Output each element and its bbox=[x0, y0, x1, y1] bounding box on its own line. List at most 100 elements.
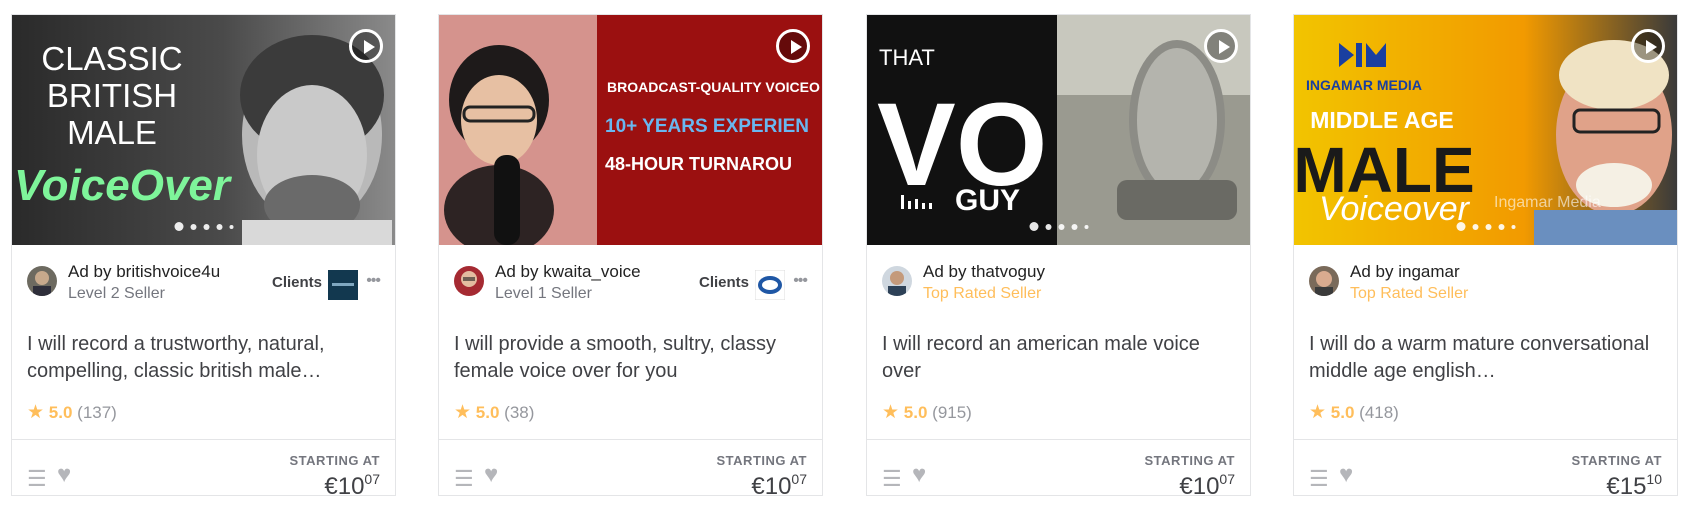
carousel-dot[interactable] bbox=[1029, 222, 1038, 231]
thumb-brand: INGAMAR MEDIA bbox=[1306, 77, 1422, 93]
review-count: (915) bbox=[932, 403, 972, 422]
seller-name[interactable]: ingamar bbox=[1398, 262, 1459, 281]
menu-icon[interactable]: ☰ bbox=[27, 466, 47, 492]
seller-name[interactable]: kwaita_voice bbox=[543, 262, 640, 281]
thumbnail-image-thatvoguy: THAT VO GUY bbox=[867, 15, 1250, 245]
star-icon: ★ bbox=[882, 402, 900, 423]
ad-prefix: Ad by bbox=[68, 262, 112, 281]
seller-avatar[interactable] bbox=[1309, 266, 1339, 296]
seller-level: Level 2 Seller bbox=[68, 285, 165, 302]
rating-value: 5.0 bbox=[475, 403, 500, 422]
gig-title[interactable]: I will do a warm mature conversational m… bbox=[1309, 331, 1657, 385]
review-count: (418) bbox=[1359, 403, 1399, 422]
thumb-line1: MIDDLE AGE bbox=[1310, 107, 1454, 133]
ad-prefix: Ad by bbox=[1350, 262, 1394, 281]
seller-name[interactable]: britishvoice4u bbox=[116, 262, 220, 281]
carousel-dot[interactable] bbox=[216, 223, 222, 230]
starting-at-label: STARTING AT bbox=[289, 453, 380, 468]
heart-icon[interactable]: ♥ bbox=[484, 461, 498, 489]
seller-name[interactable]: thatvoguy bbox=[971, 262, 1045, 281]
carousel-dot[interactable] bbox=[229, 224, 233, 229]
carousel-dot[interactable] bbox=[174, 222, 183, 231]
carousel-dot[interactable] bbox=[190, 223, 196, 230]
seller-info: Ad by kwaita_voice Level 1 Seller Client… bbox=[454, 260, 808, 304]
menu-icon[interactable]: ☰ bbox=[1309, 466, 1329, 492]
review-count: (137) bbox=[77, 403, 117, 422]
client-logo[interactable] bbox=[754, 269, 786, 301]
price-main: €10 bbox=[1179, 473, 1220, 500]
seller-level: Level 1 Seller bbox=[495, 285, 592, 302]
seller-avatar[interactable] bbox=[882, 266, 912, 296]
carousel-dot[interactable] bbox=[1498, 223, 1504, 230]
gig-card[interactable]: BROADCAST-QUALITY VOICEO 10+ YEARS EXPER… bbox=[438, 14, 823, 500]
play-video-button[interactable] bbox=[349, 29, 383, 63]
seller-avatar[interactable] bbox=[27, 266, 57, 296]
carousel-dot[interactable] bbox=[1485, 223, 1491, 230]
thumbnail-image-british: CLASSIC BRITISH MALE VoiceOver bbox=[12, 15, 395, 245]
menu-icon[interactable]: ☰ bbox=[454, 466, 474, 492]
carousel-dot[interactable] bbox=[203, 223, 209, 230]
gig-thumbnail[interactable]: INGAMAR MEDIA MIDDLE AGE MALE Voiceover … bbox=[1294, 15, 1677, 245]
price-main: €15 bbox=[1606, 473, 1647, 500]
heart-icon[interactable]: ♥ bbox=[912, 461, 926, 489]
gig-card[interactable]: INGAMAR MEDIA MIDDLE AGE MALE Voiceover … bbox=[1293, 14, 1678, 500]
ad-by-label: Ad by thatvoguy bbox=[923, 262, 1045, 282]
carousel-dot[interactable] bbox=[1058, 223, 1064, 230]
play-video-button[interactable] bbox=[776, 29, 810, 63]
more-clients-icon[interactable]: ••• bbox=[793, 272, 808, 290]
menu-icon[interactable]: ☰ bbox=[882, 466, 902, 492]
carousel-dot[interactable] bbox=[1456, 222, 1465, 231]
star-icon: ★ bbox=[27, 402, 45, 423]
price-cents: 10 bbox=[1646, 471, 1662, 487]
thumb-script: Voiceover bbox=[1319, 190, 1471, 228]
more-clients-icon[interactable]: ••• bbox=[366, 272, 381, 290]
carousel-dot[interactable] bbox=[1472, 223, 1478, 230]
thumb-line1: BROADCAST-QUALITY VOICEO bbox=[607, 79, 820, 95]
gig-thumbnail[interactable]: THAT VO GUY bbox=[867, 15, 1250, 245]
carousel-dots[interactable] bbox=[1456, 222, 1515, 231]
gig-card[interactable]: CLASSIC BRITISH MALE VoiceOver Ad by bri… bbox=[11, 14, 396, 500]
gig-thumbnail[interactable]: BROADCAST-QUALITY VOICEO 10+ YEARS EXPER… bbox=[439, 15, 822, 245]
price-cents: 07 bbox=[791, 471, 807, 487]
rating-value: 5.0 bbox=[1330, 403, 1355, 422]
gig-title[interactable]: I will provide a smooth, sultry, classy … bbox=[454, 331, 802, 385]
clients-label: Clients bbox=[698, 274, 749, 291]
thumb-script: VoiceOver bbox=[14, 161, 233, 210]
divider bbox=[12, 439, 395, 440]
price-main: €10 bbox=[324, 473, 365, 500]
rating: ★ 5.0 (137) bbox=[27, 401, 117, 424]
seller-info: Ad by thatvoguy Top Rated Seller bbox=[882, 260, 1235, 304]
seller-level: Top Rated Seller bbox=[923, 285, 1042, 302]
carousel-dot[interactable] bbox=[1511, 224, 1515, 229]
price-cents: 07 bbox=[364, 471, 380, 487]
play-video-button[interactable] bbox=[1204, 29, 1238, 63]
seller-info: Ad by britishvoice4u Level 2 Seller Clie… bbox=[27, 260, 381, 304]
divider bbox=[439, 439, 822, 440]
carousel-dot[interactable] bbox=[1071, 223, 1077, 230]
seller-avatar[interactable] bbox=[454, 266, 484, 296]
rating: ★ 5.0 (418) bbox=[1309, 401, 1399, 424]
play-video-button[interactable] bbox=[1631, 29, 1665, 63]
divider bbox=[1294, 439, 1677, 440]
carousel-dots[interactable] bbox=[174, 222, 233, 231]
ad-by-label: Ad by kwaita_voice bbox=[495, 262, 641, 282]
carousel-dots[interactable] bbox=[1029, 222, 1088, 231]
carousel-dot[interactable] bbox=[1045, 223, 1051, 230]
carousel-dot[interactable] bbox=[1084, 224, 1088, 229]
rating-value: 5.0 bbox=[903, 403, 928, 422]
rating: ★ 5.0 (38) bbox=[454, 401, 534, 424]
gig-title[interactable]: I will record a trustworthy, natural, co… bbox=[27, 331, 375, 385]
ad-prefix: Ad by bbox=[923, 262, 967, 281]
review-count: (38) bbox=[504, 403, 535, 422]
price: €1007 bbox=[324, 471, 380, 501]
heart-icon[interactable]: ♥ bbox=[1339, 461, 1353, 489]
thumb-line1: CLASSIC bbox=[41, 40, 182, 77]
gig-card[interactable]: THAT VO GUY Ad by thatvoguy Top Rated Se… bbox=[866, 14, 1251, 500]
thumb-line1: THAT bbox=[879, 45, 935, 70]
gig-thumbnail[interactable]: CLASSIC BRITISH MALE VoiceOver bbox=[12, 15, 395, 245]
gig-title[interactable]: I will record an american male voice ove… bbox=[882, 331, 1230, 385]
heart-icon[interactable]: ♥ bbox=[57, 461, 71, 489]
client-logo[interactable] bbox=[328, 270, 358, 300]
thumb-line3: GUY bbox=[955, 184, 1020, 217]
star-icon: ★ bbox=[1309, 402, 1327, 423]
